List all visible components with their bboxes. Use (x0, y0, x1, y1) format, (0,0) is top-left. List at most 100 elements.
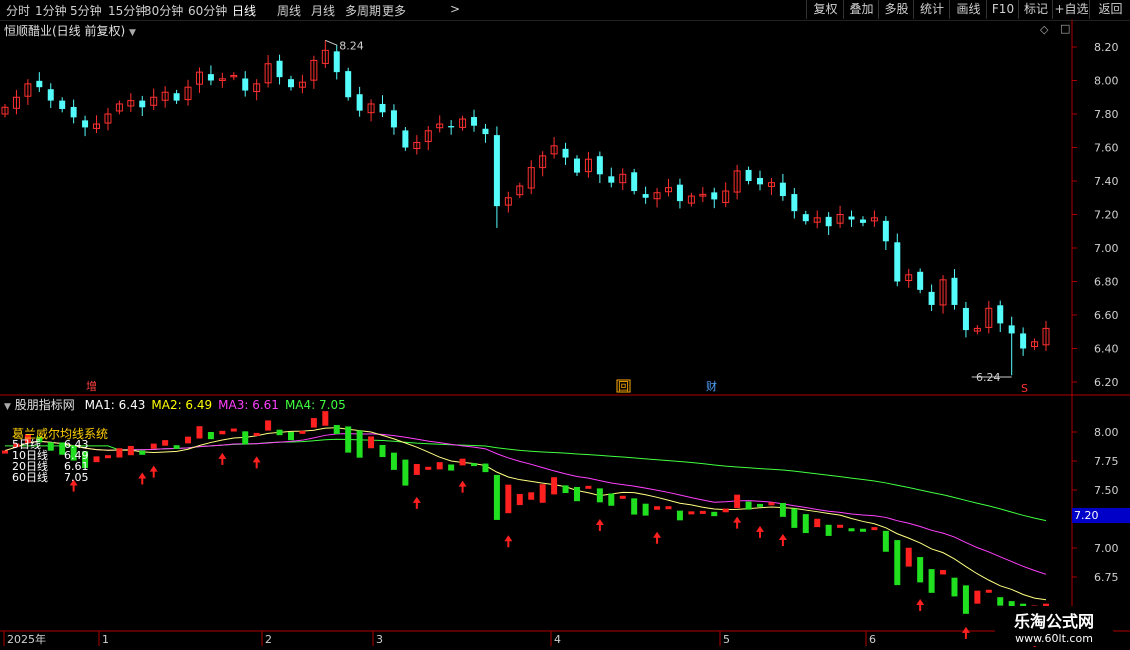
indicator-bar-up (93, 456, 100, 463)
candle-body-down (882, 220, 889, 242)
indicator-bar-up (551, 477, 558, 495)
buy-arrow-icon (653, 531, 662, 544)
date-label-2: 2 (265, 633, 272, 646)
candle-body-down (276, 60, 283, 78)
indicator-bar-up (310, 418, 317, 428)
sub-price-label: 7.50 (1094, 484, 1119, 497)
toolbar-button-5[interactable]: F10 (986, 0, 1019, 19)
indicator-bar-up (699, 510, 706, 514)
candle-body-down (448, 126, 455, 128)
indicator-bar-up (688, 511, 695, 515)
toolbar-button-8[interactable]: 返回 (1089, 0, 1130, 19)
more-arrow-icon[interactable]: > (450, 2, 460, 16)
toolbar-button-1[interactable]: 叠加 (843, 0, 879, 19)
indicator-bar-up (722, 508, 729, 513)
candle-body-down (207, 74, 214, 81)
toolbar-button-7[interactable]: +自选 (1052, 0, 1090, 19)
indicator-bar-down (711, 511, 718, 517)
indicator-bar-down (402, 459, 409, 486)
watermark: 乐淘公式网 www.60lt.com (995, 606, 1113, 646)
indicator-bar-up (2, 450, 8, 454)
high-marker-label: 8.24 (339, 39, 364, 52)
period-tab-9[interactable]: 多周期 (345, 2, 381, 19)
price-label: 7.20 (1094, 209, 1119, 222)
stock-title-text: 恒顺醋业(日线 前复权) (4, 24, 126, 38)
indicator-bar-down (825, 524, 832, 536)
candle-body-down (997, 305, 1004, 324)
indicator-bar-down (471, 463, 478, 467)
indicator-dropdown-icon[interactable]: ▼ (4, 402, 11, 412)
sub-price-label: 8.00 (1094, 426, 1119, 439)
indicator-bar-down (848, 528, 855, 532)
date-label-3: 3 (376, 633, 383, 646)
candle-body-down (562, 148, 569, 158)
indicator-bar-down (139, 450, 146, 455)
indicator-bar-up (871, 527, 878, 531)
buy-arrow-icon (149, 465, 158, 478)
candle-body-down (59, 100, 66, 109)
indicator-bar-up (768, 502, 775, 506)
indicator-bar-up (150, 443, 157, 449)
buy-arrow-icon (916, 599, 925, 611)
indicator-bar-up (459, 458, 466, 466)
event-marker-1: 回 (618, 380, 629, 393)
candle-body-down (642, 194, 649, 198)
period-tab-3[interactable]: 15分钟 (108, 2, 147, 19)
collapse-icon[interactable]: □ (1060, 22, 1070, 35)
dropdown-icon[interactable]: ▼ (129, 28, 136, 38)
ma-value-4: MA4: 7.05 (284, 398, 346, 412)
indicator-title-bar: ▼ 股朋指标网 MA1: 6.43 MA2: 6.49 MA3: 6.61 MA4: … (4, 396, 346, 413)
candle-body-down (390, 110, 397, 128)
watermark-name: 乐淘公式网 (1013, 612, 1094, 631)
toolbar-button-6[interactable]: 标记 (1018, 0, 1053, 19)
candle-body-down (859, 219, 866, 223)
period-tab-7[interactable]: 周线 (277, 2, 301, 19)
indicator-bar-down (448, 464, 455, 471)
indicator-bar-down (791, 508, 798, 528)
buy-arrow-icon (961, 626, 970, 639)
candle-body-down (402, 130, 409, 148)
candle-body-down (242, 78, 249, 91)
indicator-bar-down (642, 503, 649, 516)
candle-body-down (608, 176, 615, 183)
event-marker-0: 增 (86, 379, 97, 393)
period-tab-4[interactable]: 30分钟 (144, 2, 183, 19)
period-tab-6[interactable]: 日线 (232, 2, 256, 19)
period-tab-1[interactable]: 1分钟 (35, 2, 67, 19)
period-tab-5[interactable]: 60分钟 (188, 2, 227, 19)
indicator-bar-up (585, 485, 592, 489)
indicator-bar-up (528, 492, 535, 500)
buy-arrow-icon (458, 480, 467, 493)
indicator-bar-up (425, 466, 432, 470)
period-tab-10[interactable]: 更多 (382, 2, 406, 19)
indicator-name: 股朋指标网 (14, 398, 75, 412)
indicator-bar-up (985, 589, 992, 593)
price-label: 7.60 (1094, 142, 1119, 155)
indicator-bar-up (505, 484, 512, 514)
toolbar-button-0[interactable]: 复权 (806, 0, 844, 19)
candle-body-down (333, 51, 340, 73)
candle-body-down (951, 277, 958, 305)
indicator-bar-up (974, 590, 981, 604)
indicator-bar-down (882, 530, 889, 552)
candle-body-down (287, 79, 294, 88)
diamond-icon[interactable]: ◇ (1040, 23, 1048, 36)
ma-legend: 5日线 6.43 10日线 6.49 20日线 6.61 60日线 7.05 (12, 439, 89, 483)
indicator-bar-up (104, 455, 111, 459)
candle-body-down (482, 128, 489, 135)
candle-body-down (493, 135, 500, 207)
indicator-bar-up (734, 494, 741, 509)
buy-arrow-icon (412, 496, 421, 509)
indicator-bar-down (390, 452, 397, 470)
low-marker-label: 6.24 (976, 371, 1001, 384)
period-tab-2[interactable]: 5分钟 (70, 2, 102, 19)
toolbar-button-3[interactable]: 统计 (913, 0, 950, 19)
toolbar-button-2[interactable]: 多股 (878, 0, 914, 19)
indicator-bar-up (539, 484, 546, 503)
period-tab-8[interactable]: 月线 (311, 2, 335, 19)
toolbar-button-4[interactable]: 画线 (949, 0, 987, 19)
indicator-bar-up (230, 428, 237, 432)
high-marker-line (325, 39, 338, 46)
period-tab-0[interactable]: 分时 (6, 2, 30, 19)
candle-body-down (711, 192, 718, 200)
